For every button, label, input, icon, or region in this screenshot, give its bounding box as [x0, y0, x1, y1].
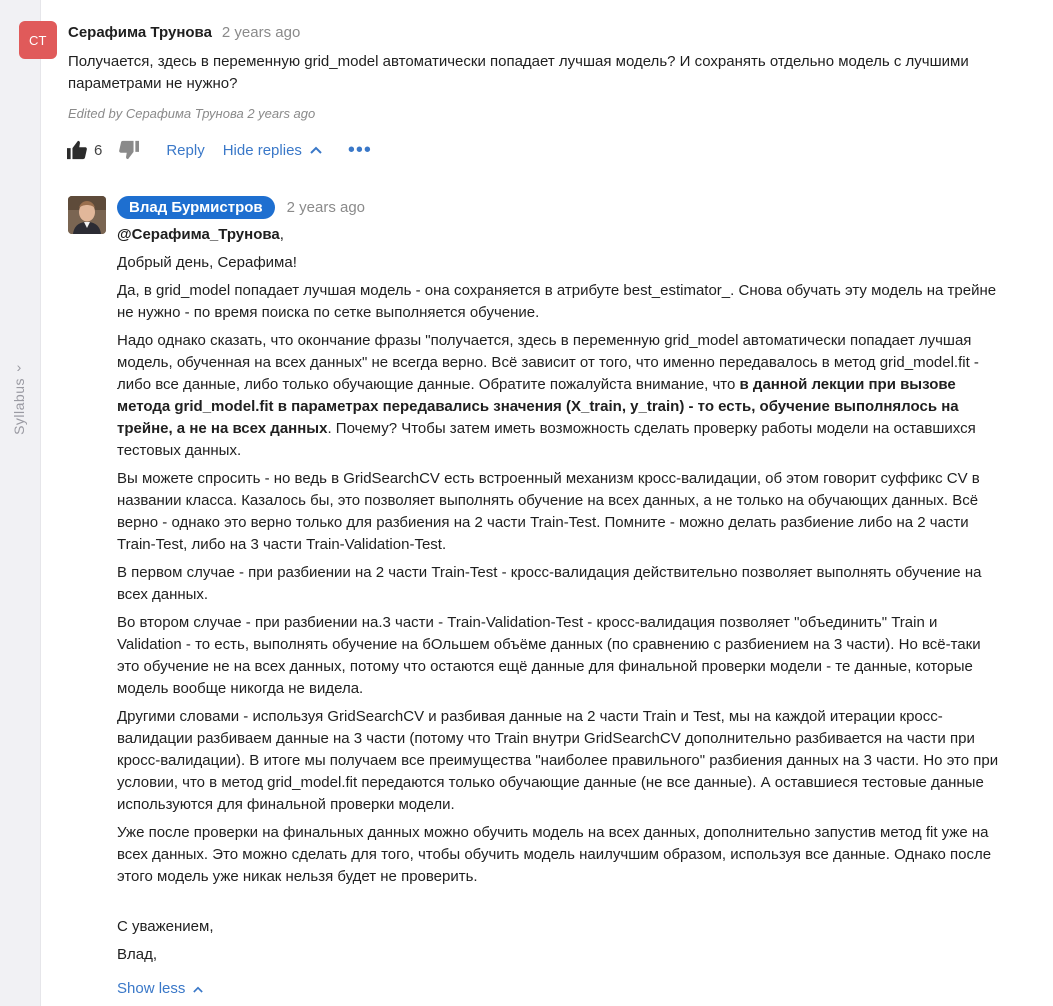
comment-body: Получается, здесь в переменную grid_mode…	[68, 53, 969, 92]
show-less-label: Show less	[117, 980, 186, 997]
comment-actions: 6 Reply Hide replies •••	[66, 137, 372, 163]
avatar[interactable]: СТ	[19, 21, 57, 59]
reply-paragraph-2: Надо однако сказать, что окончание фразы…	[117, 330, 1002, 462]
reply-paragraph-1: Да, в grid_model попадает лучшая модель …	[117, 282, 997, 321]
edited-time: 2 years ago	[247, 106, 316, 121]
avatar[interactable]	[68, 196, 106, 234]
reply-greeting: Добрый день, Серафима!	[117, 254, 297, 271]
like-button[interactable]	[66, 140, 88, 160]
comment-timestamp: 2 years ago	[221, 24, 301, 41]
reply-paragraph-5: Во втором случае - при разбиении на.3 ча…	[117, 614, 981, 697]
more-options-button[interactable]: •••	[348, 140, 372, 160]
user-mention[interactable]: @Серафима_Трунова	[117, 226, 280, 243]
dislike-button[interactable]	[118, 140, 140, 160]
reply-timestamp: 2 years ago	[286, 199, 366, 216]
reply-mention-line: @Серафима_Трунова,	[117, 224, 1002, 246]
like-count: 6	[94, 141, 103, 159]
reply-paragraph-6: Другими словами - используя GridSearchCV…	[117, 708, 999, 813]
reply-paragraph-7: Уже после проверки на финальных данных м…	[117, 824, 992, 885]
thumbs-up-icon	[67, 140, 87, 160]
syllabus-label: Syllabus	[11, 378, 27, 435]
reply-button[interactable]: Reply	[166, 142, 204, 159]
reply-paragraph-3: Вы можете спросить - но ведь в GridSearc…	[117, 470, 980, 553]
reply-header: Влад Бурмистров 2 years ago	[117, 196, 365, 219]
mention-suffix: ,	[279, 226, 284, 243]
chevron-up-icon	[193, 986, 204, 993]
show-less-button[interactable]: Show less	[117, 978, 204, 1000]
author-name[interactable]: Серафима Трунова	[68, 24, 212, 41]
edited-author: Серафима Трунова	[125, 106, 244, 121]
comments-thread: СТ Серафима Трунова 2 years ago Получает…	[19, 0, 1053, 1006]
thumbs-down-icon	[119, 140, 140, 160]
comment-header: Серафима Трунова 2 years ago	[68, 24, 300, 41]
hide-replies-label: Hide replies	[222, 141, 302, 159]
reply-signature: Влад,	[117, 946, 158, 963]
edited-note: Edited by Серафима Трунова 2 years ago	[68, 106, 315, 121]
edited-prefix: Edited by	[68, 106, 123, 121]
author-badge[interactable]: Влад Бурмистров	[117, 196, 275, 219]
chevron-up-icon	[310, 146, 322, 154]
chevron-right-icon: ›	[16, 359, 22, 375]
reply-body: @Серафима_Трунова, Добрый день, Серафима…	[117, 224, 1002, 1000]
hide-replies-button[interactable]: Hide replies	[223, 142, 322, 159]
side-rail: › Syllabus	[0, 0, 41, 1006]
reply-signoff: С уважением,	[117, 918, 214, 935]
reply-paragraph-4: В первом случае - при разбиении на 2 час…	[117, 564, 982, 603]
syllabus-tab[interactable]: › Syllabus	[4, 360, 34, 450]
user-photo	[68, 196, 106, 234]
